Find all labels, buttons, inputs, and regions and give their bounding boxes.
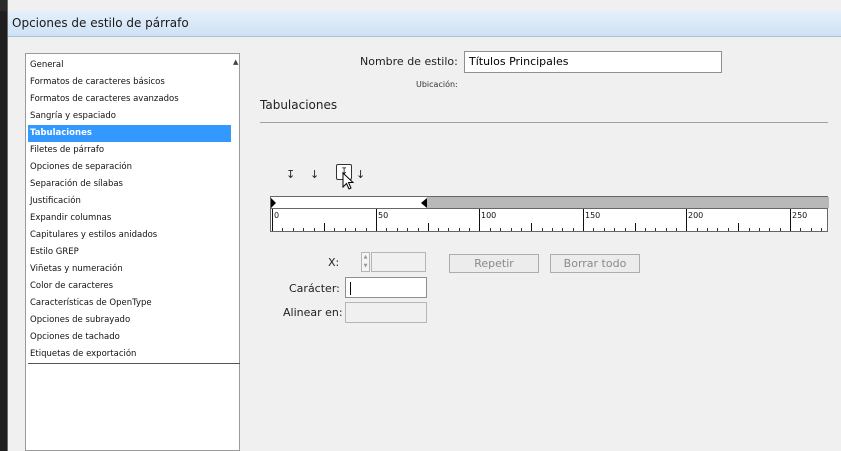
sidebar-item-paragraph-rules[interactable]: Filetes de párrafo — [28, 142, 231, 159]
center-tab-icon[interactable]: ↓ — [310, 168, 319, 181]
paragraph-style-options-dialog: Opciones de estilo de párrafo ▲ General … — [7, 0, 841, 451]
ruler-label: 0 — [274, 211, 280, 220]
tab-ruler[interactable]: 0 50 100 150 200 250 — [270, 209, 828, 232]
sidebar-item-opentype-features[interactable]: Características de OpenType — [28, 295, 231, 312]
decimal-tab-icon[interactable]: ↓ — [356, 168, 365, 181]
align-on-label: Alinear en: — [283, 306, 343, 319]
sidebar-item-advanced-character-formats[interactable]: Formatos de caracteres avanzados — [28, 91, 231, 108]
section-title: Tabulaciones — [260, 98, 338, 112]
ruler-label: 100 — [481, 211, 497, 220]
category-list[interactable]: ▲ General Formatos de caracteres básicos… — [25, 53, 240, 451]
repeat-button[interactable]: Repetir — [449, 254, 539, 273]
section-divider — [260, 122, 828, 123]
location-label: Ubicación: — [416, 80, 458, 89]
x-position-label: X: — [328, 256, 340, 269]
ruler-label: 150 — [585, 211, 601, 220]
style-name-field[interactable]: Títulos Principales — [464, 51, 722, 73]
align-on-field[interactable] — [345, 302, 427, 323]
ruler-label: 50 — [378, 211, 389, 220]
sidebar-item-bullets-numbering[interactable]: Viñetas y numeración — [28, 261, 231, 278]
sidebar-item-hyphenation[interactable]: Separación de sílabas — [28, 176, 231, 193]
title-bar: Opciones de estilo de párrafo — [8, 11, 841, 37]
style-name-label: Nombre de estilo: — [360, 55, 458, 68]
tab-stop-strip[interactable] — [270, 196, 829, 209]
scroll-up-icon[interactable]: ▲ — [233, 58, 238, 66]
left-tab-icon[interactable]: ↧ — [286, 168, 295, 181]
sidebar-item-grep-style[interactable]: Estilo GREP — [28, 244, 231, 261]
sidebar-item-underline-options[interactable]: Opciones de subrayado — [28, 312, 231, 329]
mouse-pointer-icon — [342, 172, 355, 190]
x-position-stepper[interactable]: ▲ ▼ — [361, 252, 370, 272]
left-indent-marker-icon[interactable] — [271, 198, 277, 208]
sidebar-item-span-columns[interactable]: Expandir columnas — [28, 210, 231, 227]
sidebar-item-keep-options[interactable]: Opciones de separación — [28, 159, 231, 176]
character-field[interactable] — [345, 277, 427, 298]
ruler-label: 250 — [792, 211, 808, 220]
sidebar-item-general[interactable]: General — [28, 57, 231, 74]
text-cursor — [350, 281, 351, 295]
clear-all-button[interactable]: Borrar todo — [550, 254, 640, 273]
character-label: Carácter: — [289, 282, 340, 295]
sidebar-item-export-tagging[interactable]: Etiquetas de exportación — [28, 346, 231, 363]
sidebar-item-basic-character-formats[interactable]: Formatos de caracteres básicos — [28, 74, 231, 91]
sidebar-item-strikethrough-options[interactable]: Opciones de tachado — [28, 329, 231, 346]
window-title: Opciones de estilo de párrafo — [12, 16, 189, 30]
sidebar-item-character-color[interactable]: Color de caracteres — [28, 278, 231, 295]
ruler-ticks — [272, 209, 822, 231]
right-indent-marker-icon[interactable] — [421, 198, 427, 208]
x-position-field[interactable] — [371, 252, 426, 272]
sidebar-item-indents-spacing[interactable]: Sangría y espaciado — [28, 108, 231, 125]
sidebar-item-tabs[interactable]: Tabulaciones — [28, 125, 231, 142]
sidebar-item-justification[interactable]: Justificación — [28, 193, 231, 210]
sidebar-item-drop-caps[interactable]: Capitulares y estilos anidados — [28, 227, 231, 244]
ruler-label: 200 — [688, 211, 704, 220]
strip-beyond-margin — [427, 197, 829, 208]
list-divider — [28, 363, 240, 364]
